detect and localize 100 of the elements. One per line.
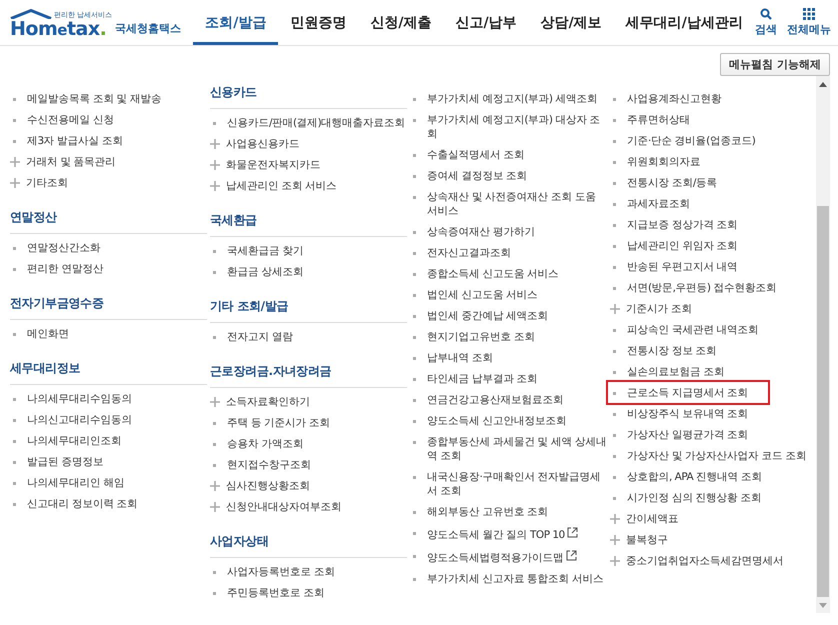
menu-button[interactable]: 전체메뉴 — [786, 8, 831, 37]
menu-link[interactable]: 발급된 증명정보 — [8, 451, 209, 472]
menu-link[interactable]: 반송된 우편고지서 내역 — [608, 256, 809, 277]
menu-link[interactable]: 편리한 연말정산 — [8, 258, 209, 279]
menu-link[interactable]: 주택 등 기준시가 조회 — [208, 412, 409, 433]
menu-link[interactable]: 부가가치세 신고자료 통합조회 서비스 — [408, 568, 609, 589]
menu-link[interactable]: 부가가치세 예정고지(부과) 대상자 조회 — [408, 109, 609, 144]
menu-link[interactable]: 서면(방문,우편등) 접수현황조회 — [608, 277, 809, 298]
menu-link[interactable]: 신고대리 정보이력 조회 — [8, 493, 209, 514]
menu-link[interactable]: 시가인정 심의 진행상황 조회 — [608, 487, 809, 508]
menu-link[interactable]: 제3자 발급사실 조회 — [8, 130, 209, 151]
search-button[interactable]: 검색 — [754, 8, 777, 37]
menu-link[interactable]: 상속재산 및 사전증여재산 조회 도움 서비스 — [408, 186, 609, 221]
menu-link[interactable]: 지급보증 정상가격 조회 — [608, 214, 809, 235]
menu-link[interactable]: 주류면허상태 — [608, 109, 809, 130]
menu-link[interactable]: 기준시가 조회 — [608, 298, 809, 319]
nav-tab[interactable]: 민원증명 — [278, 0, 358, 45]
nav-tab[interactable]: 세무대리/납세관리 — [614, 0, 755, 45]
menu-link[interactable]: 전자고지 열람 — [208, 326, 409, 347]
menu-link[interactable]: 전통시장 조회/등록 — [608, 172, 809, 193]
menu-link[interactable]: 과세자료조회 — [608, 193, 809, 214]
menu-link[interactable]: 메인화면 — [8, 323, 209, 344]
scroll-up-icon[interactable] — [819, 82, 827, 87]
menu-link[interactable]: 타인세금 납부결과 조회 — [408, 368, 609, 389]
menu-link[interactable]: 납세관리인 위임자 조회 — [608, 235, 809, 256]
menu-link[interactable]: 소득자료확인하기 — [208, 391, 409, 412]
menu-link[interactable]: 메일발송목록 조회 및 재발송 — [8, 88, 209, 109]
menu-link[interactable]: 신청안내대상자여부조회 — [208, 496, 409, 517]
scroll-down-icon[interactable] — [819, 603, 827, 608]
menu-link[interactable]: 사업자등록번호로 조회 — [208, 561, 409, 582]
menu-link[interactable]: 전통시장 정보 조회 — [608, 340, 809, 361]
menu-link[interactable]: 가상자산 및 가상자산사업자 코드 조회 — [608, 445, 809, 466]
menu-link[interactable]: 종합부동산세 과세물건 및 세액 상세내역 조회 — [408, 431, 609, 466]
menu-link[interactable]: 연말정산간소화 — [8, 237, 209, 258]
menu-link[interactable]: 납세관리인 조회 서비스 — [208, 175, 409, 196]
menu-link[interactable]: 나의세무대리인 해임 — [8, 472, 209, 493]
menu-link[interactable]: 비상장주식 보유내역 조회 — [608, 403, 809, 424]
scrollbar-thumb[interactable] — [817, 206, 829, 597]
menu-link[interactable]: 양도소득세 월간 질의 TOP 10 — [408, 522, 609, 545]
menu-link[interactable]: 피상속인 국세관련 내역조회 — [608, 319, 809, 340]
bullet-icon — [613, 266, 616, 268]
menu-toggle-button[interactable]: 메뉴펼침 기능해제 — [720, 53, 830, 76]
menu-link[interactable]: 나의세무대리인조회 — [8, 430, 209, 451]
plus-icon — [10, 156, 20, 166]
menu-link[interactable]: 수신전용메일 신청 — [8, 109, 209, 130]
menu-link[interactable]: 기타조회 — [8, 172, 209, 193]
menu-link[interactable]: 상속증여재산 평가하기 — [408, 221, 609, 242]
menu-link[interactable]: 상호합의, APA 진행내역 조회 — [608, 466, 809, 487]
menu-link[interactable]: 승용차 가액조회 — [208, 433, 409, 454]
menu-link[interactable]: 현지접수창구조회 — [208, 454, 409, 475]
menu-link[interactable]: 근로소득 지급명세서 조회 — [608, 382, 768, 403]
menu-link[interactable]: 나의신고대리수임동의 — [8, 409, 209, 430]
nav-tab[interactable]: 신청/제출 — [358, 0, 444, 45]
menu-link[interactable]: 양도소득세법령적용가이드맵 — [408, 545, 609, 568]
bullet-icon — [413, 154, 416, 156]
menu-link[interactable]: 사업용신용카드 — [208, 133, 409, 154]
menu-link[interactable]: 환급금 상세조회 — [208, 261, 409, 282]
menu-link[interactable]: 국세환급금 찾기 — [208, 240, 409, 261]
menu-link[interactable]: 기준·단순 경비율(업종코드) — [608, 130, 809, 151]
menu-link[interactable]: 해외부동산 고유번호 조회 — [408, 501, 609, 522]
bullet-icon — [613, 140, 616, 142]
nav-tab[interactable]: 상담/제보 — [528, 0, 614, 45]
menu-link[interactable]: 나의세무대리수임동의 — [8, 388, 209, 409]
menu-link[interactable]: 현지기업고유번호 조회 — [408, 326, 609, 347]
nav-tab[interactable]: 신고/납부 — [443, 0, 529, 45]
bullet-icon — [613, 454, 616, 458]
menu-link[interactable]: 부가가치세 예정고지(부과) 세액조회 — [408, 88, 609, 109]
bullet-icon — [613, 496, 616, 500]
menu-link[interactable]: 전자신고결과조회 — [408, 242, 609, 263]
menu-link[interactable]: 수출실적명세서 조회 — [408, 144, 609, 165]
bullet-icon — [413, 294, 416, 296]
menu-link[interactable]: 사업용계좌신고현황 — [608, 88, 809, 109]
menu-link[interactable]: 중소기업취업자소득세감면명세서 — [608, 550, 809, 571]
menu-link[interactable]: 법인세 중간예납 세액조회 — [408, 305, 609, 326]
menu-link[interactable]: 주민등록번호로 조회 — [208, 582, 409, 603]
menu-link[interactable]: 내국신용장·구매확인서 전자발급명세서 조회 — [408, 466, 609, 501]
menu-link[interactable]: 실손의료보험금 조회 — [608, 361, 809, 382]
menu-link[interactable]: 양도소득세 신고안내정보조회 — [408, 410, 609, 431]
menu-link[interactable]: 납부내역 조회 — [408, 347, 609, 368]
nav-tab[interactable]: 조회/발급 — [193, 0, 278, 45]
menu-link[interactable]: 증여세 결정정보 조회 — [408, 165, 609, 186]
scrollbar[interactable] — [816, 76, 830, 613]
search-icon — [760, 8, 772, 20]
menu-link[interactable]: 연금건강고용산재보험료조회 — [408, 389, 609, 410]
menu-link[interactable]: 신용카드/판매(결제)대행매출자료조회 — [208, 112, 409, 133]
bullet-icon — [613, 160, 616, 164]
menu-link[interactable]: 위원회회의자료 — [608, 151, 809, 172]
menu-link[interactable]: 간이세액표 — [608, 508, 809, 529]
menu-link[interactable]: 불복청구 — [608, 529, 809, 550]
section-heading: 전자기부금영수증 — [10, 295, 207, 320]
menu-link[interactable]: 종합소득세 신고도움 서비스 — [408, 263, 609, 284]
menu-link[interactable]: 거래처 및 품목관리 — [8, 151, 209, 172]
menu-link[interactable]: 심사진행상황조회 — [208, 475, 409, 496]
bullet-icon — [613, 286, 616, 290]
menu-link[interactable]: 법인세 신고도움 서비스 — [408, 284, 609, 305]
bullet-icon — [413, 378, 416, 380]
menu-link[interactable]: 가상자산 일평균가격 조회 — [608, 424, 809, 445]
grid-icon — [802, 8, 815, 20]
menu-link[interactable]: 화물운전자복지카드 — [208, 154, 409, 175]
bullet-icon — [413, 398, 416, 402]
